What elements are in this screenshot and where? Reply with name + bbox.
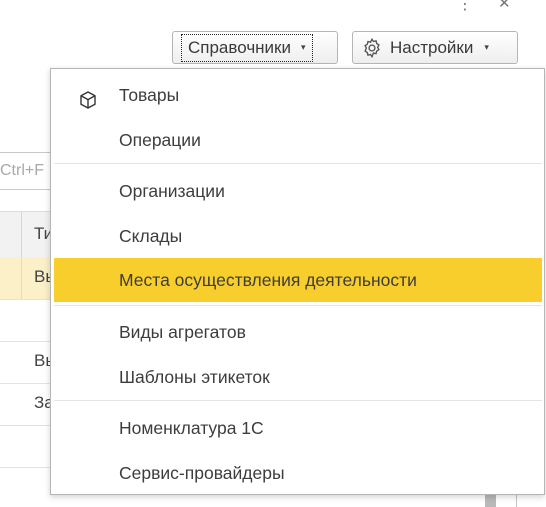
more-options-icon[interactable]: ⋮ bbox=[457, 0, 473, 14]
menu-item-label: Сервис-провайдеры bbox=[119, 463, 285, 483]
settings-menu-button[interactable]: Настройки ▾ bbox=[352, 31, 518, 64]
menu-item-label-templates[interactable]: Шаблоны этикеток bbox=[51, 359, 544, 395]
menu-item-service-providers[interactable]: Сервис-провайдеры bbox=[51, 455, 544, 491]
chevron-down-icon: ▾ bbox=[484, 42, 489, 52]
cube-icon bbox=[78, 86, 98, 109]
catalogs-button-label: Справочники bbox=[188, 37, 291, 57]
scrollbar-thumb[interactable] bbox=[485, 494, 496, 507]
menu-item-goods[interactable]: Товары bbox=[51, 77, 544, 113]
catalogs-menu-button[interactable]: Справочники ▾ bbox=[172, 31, 338, 64]
menu-item-label: Шаблоны этикеток bbox=[119, 367, 270, 387]
menu-separator bbox=[54, 305, 542, 306]
menu-item-warehouses[interactable]: Склады bbox=[51, 218, 544, 254]
menu-item-label: Виды агрегатов bbox=[119, 322, 246, 342]
menu-item-nomenclature-1c[interactable]: Номенклатура 1С bbox=[51, 410, 544, 446]
menu-separator bbox=[54, 400, 542, 401]
menu-item-label: Номенклатура 1С bbox=[119, 418, 264, 438]
menu-item-label: Места осуществления деятельности bbox=[119, 270, 417, 290]
menu-item-aggregate-types[interactable]: Виды агрегатов bbox=[51, 314, 544, 350]
gear-icon bbox=[361, 37, 383, 59]
divider bbox=[516, 494, 517, 507]
catalogs-dropdown-menu: Товары Операции Организации Склады Места… bbox=[50, 68, 545, 495]
search-placeholder: Ctrl+F bbox=[0, 162, 44, 179]
settings-button-label: Настройки bbox=[390, 37, 474, 57]
chevron-down-icon: ▾ bbox=[301, 42, 306, 52]
menu-item-organizations[interactable]: Организации bbox=[51, 173, 544, 209]
menu-item-places-of-activity[interactable]: Места осуществления деятельности bbox=[54, 258, 542, 302]
close-icon[interactable]: ✕ bbox=[498, 0, 511, 12]
menu-item-label: Склады bbox=[119, 226, 183, 246]
menu-item-operations[interactable]: Операции bbox=[51, 122, 544, 158]
menu-item-label: Организации bbox=[119, 181, 225, 201]
menu-separator bbox=[54, 163, 542, 164]
menu-item-label: Операции bbox=[119, 130, 201, 150]
menu-item-label: Товары bbox=[119, 85, 180, 105]
